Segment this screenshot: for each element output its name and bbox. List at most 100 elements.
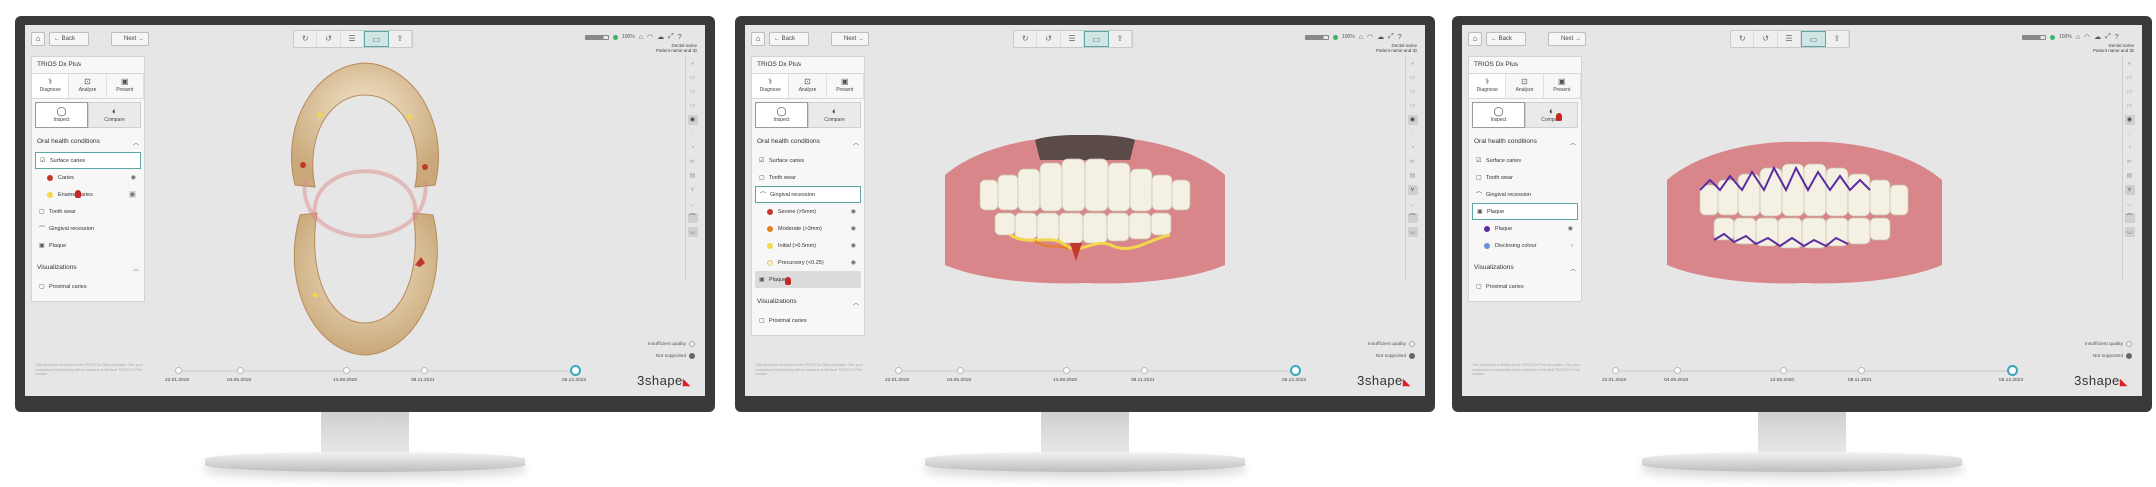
timeline-node[interactable]	[343, 367, 350, 374]
tool-icon[interactable]: ▤	[1408, 171, 1418, 181]
rotate-icon[interactable]: ↻	[294, 31, 318, 47]
screen-icon[interactable]: ▭	[364, 31, 389, 47]
export-icon[interactable]: ⇪	[1109, 31, 1133, 47]
eye-icon[interactable]: ◉	[851, 259, 856, 266]
item-gingival-recession[interactable]: ⌒ Gingival recession	[755, 186, 861, 203]
screen-icon[interactable]: ▭	[1801, 31, 1826, 47]
item-gingival-recession[interactable]: ⌒ Gingival recession	[1472, 186, 1578, 203]
timeline-node[interactable]	[1780, 367, 1787, 374]
tool-icon[interactable]: ▤	[2125, 171, 2135, 181]
collapse-icon[interactable]: «	[1408, 59, 1418, 69]
layers-icon[interactable]: ☰	[341, 31, 365, 47]
next-button[interactable]: Next →	[1548, 32, 1586, 46]
back-button[interactable]: ← Back	[49, 32, 89, 46]
tab-analyze[interactable]: ⊡ Analyze	[1506, 74, 1544, 98]
inspect-button[interactable]: ◯ Inspect	[35, 102, 88, 128]
tab-analyze[interactable]: ⊡ Analyze	[789, 74, 827, 98]
rotate-back-icon[interactable]: ↺	[317, 31, 341, 47]
home-icon[interactable]: ⌂	[1468, 32, 1482, 46]
eye-icon[interactable]: ◉	[851, 225, 856, 232]
tool-icon[interactable]: ▭	[2125, 101, 2135, 111]
item-surface-caries[interactable]: ☑ Surface caries	[755, 152, 861, 169]
tool-icon[interactable]: ▭	[2125, 87, 2135, 97]
fullscreen-icon[interactable]: ⤢	[1388, 33, 1394, 41]
tool-icon[interactable]: ▭	[2125, 73, 2135, 83]
frontal-teeth-model[interactable]	[940, 135, 1230, 285]
item-plaque[interactable]: ▣ Plaque	[755, 271, 861, 288]
compare-button[interactable]: ◐ Compare	[1525, 102, 1578, 128]
rotate-icon[interactable]: ↻	[1014, 31, 1038, 47]
item-tooth-wear[interactable]: ▢ Tooth wear	[35, 203, 141, 220]
tool-icon[interactable]: ◔	[1408, 143, 1418, 153]
timeline-node[interactable]	[421, 367, 428, 374]
tool-icon[interactable]: ⋎	[2124, 185, 2135, 195]
timeline-node[interactable]	[1063, 367, 1070, 374]
oral-health-header[interactable]: Oral health conditions ︿	[32, 132, 144, 152]
compare-button[interactable]: ◐ Compare	[808, 102, 861, 128]
occlusal-jaw-model[interactable]	[275, 55, 455, 365]
tool-icon[interactable]: ◡	[688, 199, 698, 209]
timeline-node[interactable]	[175, 367, 182, 374]
eye-icon[interactable]: ◉	[1568, 225, 1573, 232]
tool-icon[interactable]: ▭	[688, 87, 698, 97]
next-button[interactable]: Next →	[111, 32, 149, 46]
item-surface-caries[interactable]: ☑ Surface caries	[1472, 152, 1578, 169]
item-plaque[interactable]: ▣ Plaque	[1472, 203, 1578, 220]
item-gingival-recession[interactable]: ⌒ Gingival recession	[35, 220, 141, 237]
tab-diagnose[interactable]: ⚕ Diagnose	[1469, 74, 1507, 98]
tab-present[interactable]: ▣ Present	[1544, 74, 1581, 98]
item-moderate[interactable]: Moderate (>3mm) ◉	[755, 220, 861, 237]
item-proximal-caries[interactable]: ▢ Proximal caries	[755, 312, 861, 329]
visualizations-header[interactable]: Visualizations ︿	[752, 292, 864, 312]
timeline[interactable]	[175, 365, 581, 376]
tool-icon[interactable]: ◉	[1407, 115, 1418, 125]
oral-health-header[interactable]: Oral health conditions ︿	[752, 132, 864, 152]
rotate-back-icon[interactable]: ↺	[1754, 31, 1778, 47]
wifi-icon[interactable]: ◠	[2084, 33, 2090, 41]
fullscreen-icon[interactable]: ⤢	[668, 33, 674, 41]
timeline-node[interactable]	[1612, 367, 1619, 374]
tool-icon[interactable]: ◌	[2125, 129, 2135, 139]
eye-icon[interactable]: ◉	[851, 242, 856, 249]
tool-icon[interactable]: ◔	[2125, 143, 2135, 153]
layers-icon[interactable]: ☰	[1061, 31, 1085, 47]
help-icon[interactable]: ?	[2115, 34, 2119, 41]
collapse-icon[interactable]: «	[688, 59, 698, 69]
timeline-node-current[interactable]	[570, 365, 581, 376]
timeline-node[interactable]	[237, 367, 244, 374]
item-severe[interactable]: Severe (>5mm) ◉	[755, 203, 861, 220]
tab-diagnose[interactable]: ⚕ Diagnose	[752, 74, 790, 98]
tab-present[interactable]: ▣ Present	[827, 74, 864, 98]
eye-icon[interactable]: ◉	[131, 174, 136, 181]
tool-icon[interactable]: ▭	[1408, 101, 1418, 111]
help-icon[interactable]: ?	[678, 34, 682, 41]
timeline-node[interactable]	[895, 367, 902, 374]
compare-button[interactable]: ◐ Compare	[88, 102, 141, 128]
collapse-icon[interactable]: «	[2125, 59, 2135, 69]
timeline-node-current[interactable]	[1290, 365, 1301, 376]
tool-icon[interactable]: ▭	[1408, 73, 1418, 83]
tool-icon[interactable]: ⋎	[1407, 185, 1418, 195]
item-enamel-caries[interactable]: Enamel caries ◉	[35, 186, 141, 203]
back-button[interactable]: ← Back	[1486, 32, 1526, 46]
tool-icon[interactable]: ⌒	[2124, 213, 2135, 223]
tool-icon[interactable]: ⌒	[687, 213, 698, 223]
cloud-icon[interactable]: ☁	[2094, 33, 2101, 41]
tool-icon[interactable]: ▭	[688, 101, 698, 111]
timeline[interactable]	[1612, 365, 2018, 376]
tab-present[interactable]: ▣ Present	[107, 74, 144, 98]
home-status-icon[interactable]: ⌂	[2076, 34, 2080, 41]
item-proximal-caries[interactable]: ▢ Proximal caries	[35, 278, 141, 295]
timeline-node-current[interactable]	[2007, 365, 2018, 376]
item-tooth-wear[interactable]: ▢ Tooth wear	[1472, 169, 1578, 186]
timeline-node[interactable]	[1674, 367, 1681, 374]
inspect-button[interactable]: ◯ Inspect	[1472, 102, 1525, 128]
layers-icon[interactable]: ☰	[1778, 31, 1802, 47]
eye-icon[interactable]: ◉	[851, 208, 856, 215]
timeline-node[interactable]	[1858, 367, 1865, 374]
timeline[interactable]	[895, 365, 1301, 376]
wifi-icon[interactable]: ◠	[647, 33, 653, 41]
back-button[interactable]: ← Back	[769, 32, 809, 46]
tool-icon[interactable]: ▤	[688, 171, 698, 181]
export-icon[interactable]: ⇪	[1826, 31, 1850, 47]
